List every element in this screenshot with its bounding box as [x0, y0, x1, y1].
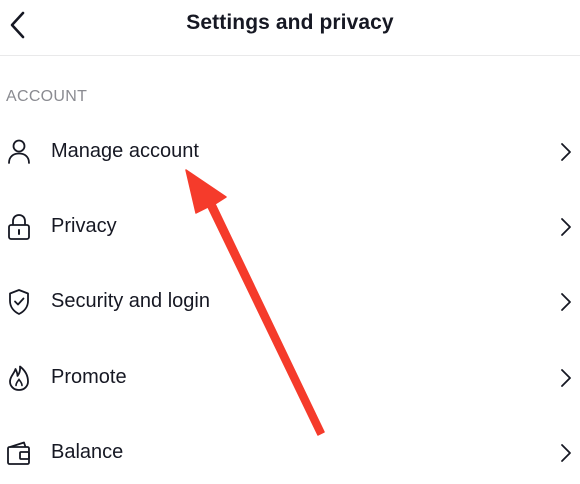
wallet-icon: [4, 438, 34, 468]
settings-item-security-and-login[interactable]: Security and login: [0, 273, 580, 333]
chevron-right-icon: [558, 141, 574, 163]
settings-item-label: Security and login: [51, 290, 210, 312]
settings-item-label: Promote: [51, 366, 127, 388]
settings-item-label: Privacy: [51, 215, 117, 237]
chevron-right-icon: [558, 291, 574, 313]
person-icon: [4, 137, 34, 167]
settings-item-balance[interactable]: Balance: [0, 424, 580, 484]
chevron-right-icon: [558, 442, 574, 464]
chevron-right-icon: [558, 367, 574, 389]
chevron-right-icon: [558, 216, 574, 238]
header-bar: Settings and privacy: [0, 0, 580, 56]
lock-icon: [4, 212, 34, 242]
section-label-account: ACCOUNT: [6, 88, 88, 105]
settings-item-privacy[interactable]: Privacy: [0, 198, 580, 258]
settings-item-promote[interactable]: Promote: [0, 349, 580, 409]
flame-icon: [4, 363, 34, 393]
settings-item-label: Manage account: [51, 140, 199, 162]
settings-item-label: Balance: [51, 441, 124, 463]
settings-item-manage-account[interactable]: Manage account: [0, 123, 580, 183]
shield-icon: [4, 287, 34, 317]
page-title: Settings and privacy: [186, 11, 394, 34]
